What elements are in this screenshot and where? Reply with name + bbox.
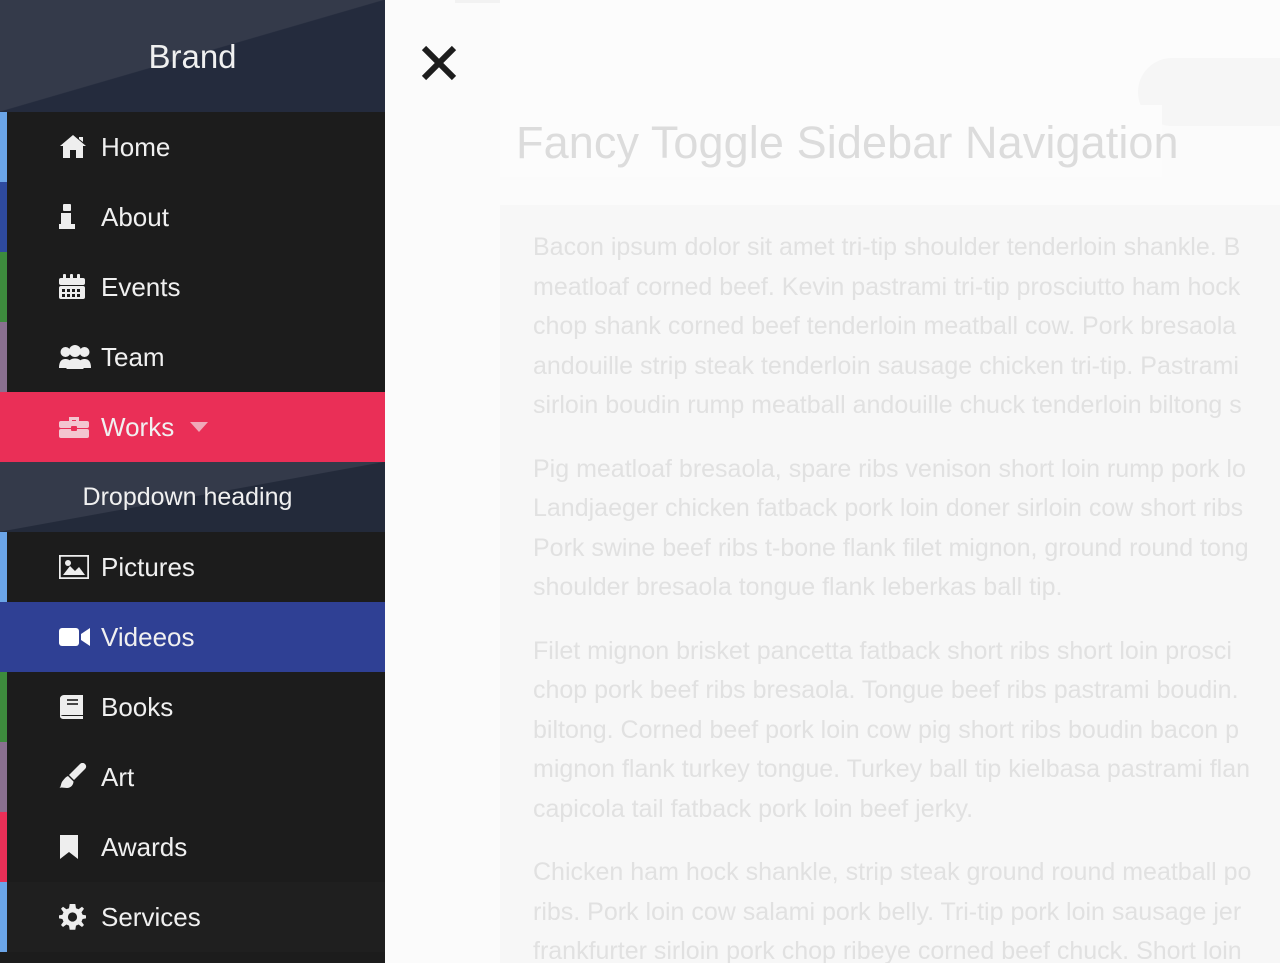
sidebar-dropdown-heading: Dropdown heading xyxy=(0,462,385,532)
close-icon xyxy=(418,42,460,84)
paragraph-line: chop pork beef ribs bresaola. Tongue bee… xyxy=(533,676,1239,704)
book-icon xyxy=(59,694,93,720)
paragraph-line: Pig meatloaf bresaola, spare ribs veniso… xyxy=(533,454,1246,483)
page-title: Fancy Toggle Sidebar Navigation xyxy=(516,117,1179,168)
video-icon xyxy=(59,627,93,647)
article-body: Bacon ipsum dolor sit amet tri-tip shoul… xyxy=(533,228,1280,963)
sidebar-brand[interactable]: Brand xyxy=(0,0,385,112)
image-icon xyxy=(59,555,93,579)
sidebar-item-label: Events xyxy=(101,272,181,302)
paragraph-line: biltong. Corned beef pork loin cow pig s… xyxy=(533,715,1239,744)
sidebar-item-awards[interactable]: Awards xyxy=(0,812,385,882)
paragraph: Filet mignon brisket pancetta fatback sh… xyxy=(533,632,1280,830)
close-sidebar-button[interactable] xyxy=(414,38,464,88)
sidebar-item-books[interactable]: Books xyxy=(0,672,385,742)
paragraph-line: Chicken ham hock shankle, strip steak gr… xyxy=(533,858,1252,886)
users-icon xyxy=(59,345,93,369)
paragraph-line: sirloin boudin rump meatball andouille c… xyxy=(533,391,1242,419)
info-icon xyxy=(59,204,93,230)
gear-icon xyxy=(59,903,93,931)
dropdown-heading-label: Dropdown heading xyxy=(82,483,293,511)
paragraph-line: Landjaeger chicken fatback pork loin don… xyxy=(533,494,1244,522)
sidebar-item-about[interactable]: About xyxy=(0,182,385,252)
paragraph-line: Pork swine beef ribs t-bone flank filet … xyxy=(533,533,1249,562)
app-root: Fancy Toggle Sidebar Navigation Bacon ip… xyxy=(0,0,1280,963)
sidebar-item-label: Videeos xyxy=(101,622,195,652)
paragraph-line: andouille strip steak tenderloin sausage… xyxy=(533,351,1239,380)
sidebar-item-works[interactable]: Works xyxy=(0,392,385,462)
sidebar-item-events[interactable]: Events xyxy=(0,252,385,322)
paragraph-line: Bacon ipsum dolor sit amet tri-tip shoul… xyxy=(533,233,1241,261)
paragraph-line: meatloaf corned beef. Kevin pastrami tri… xyxy=(533,272,1241,301)
sidebar-item-label: Team xyxy=(101,342,165,372)
sidebar-item-pictures[interactable]: Pictures xyxy=(0,532,385,602)
sidebar-item-label: Home xyxy=(101,132,171,162)
brush-icon xyxy=(59,763,93,791)
sidebar-item-label: Books xyxy=(101,692,174,722)
paragraph-line: shoulder bresaola tongue flank leberkas … xyxy=(533,573,1063,601)
paragraph: Bacon ipsum dolor sit amet tri-tip shoul… xyxy=(533,228,1280,426)
sidebar-item-videos[interactable]: Videeos xyxy=(0,602,385,672)
sidebar-item-label: About xyxy=(101,202,169,232)
paragraph-line: ribs. Pork loin cow salami pork belly. T… xyxy=(533,897,1242,926)
sidebar-item-label: Awards xyxy=(101,832,188,862)
sidebar-item-label: Pictures xyxy=(101,552,195,582)
sidebar-item-label: Services xyxy=(101,902,201,932)
home-icon xyxy=(59,134,93,160)
sidebar-item-label: Works xyxy=(101,412,175,442)
paragraph-line: mignon flank turkey tongue. Turkey ball … xyxy=(533,755,1251,783)
paragraph-line: Filet mignon brisket pancetta fatback sh… xyxy=(533,636,1232,665)
sidebar-menu: Home About Events Team Works Dropdown he… xyxy=(0,112,385,952)
brand-title: Brand xyxy=(148,38,237,75)
calendar-icon xyxy=(59,274,93,300)
briefcase-icon xyxy=(59,415,93,439)
sidebar-item-home[interactable]: Home xyxy=(0,112,385,182)
paragraph: Pig meatloaf bresaola, spare ribs veniso… xyxy=(533,450,1280,608)
chevron-down-icon xyxy=(190,422,209,432)
paragraph-line: frankfurter sirloin pork chop ribeye cor… xyxy=(533,937,1242,963)
sidebar-item-services[interactable]: Services xyxy=(0,882,385,952)
sidebar-item-label: Art xyxy=(101,762,135,792)
sidebar-item-team[interactable]: Team xyxy=(0,322,385,392)
paragraph-line: capicola tail fatback pork loin beef jer… xyxy=(533,794,974,823)
sidebar-item-art[interactable]: Art xyxy=(0,742,385,812)
paragraph: Chicken ham hock shankle, strip steak gr… xyxy=(533,853,1280,963)
sidebar: Brand Home About Events Team Works Dropd… xyxy=(0,0,385,963)
bookmark-icon xyxy=(59,834,93,860)
paragraph-line: chop shank corned beef tenderloin meatba… xyxy=(533,312,1237,340)
